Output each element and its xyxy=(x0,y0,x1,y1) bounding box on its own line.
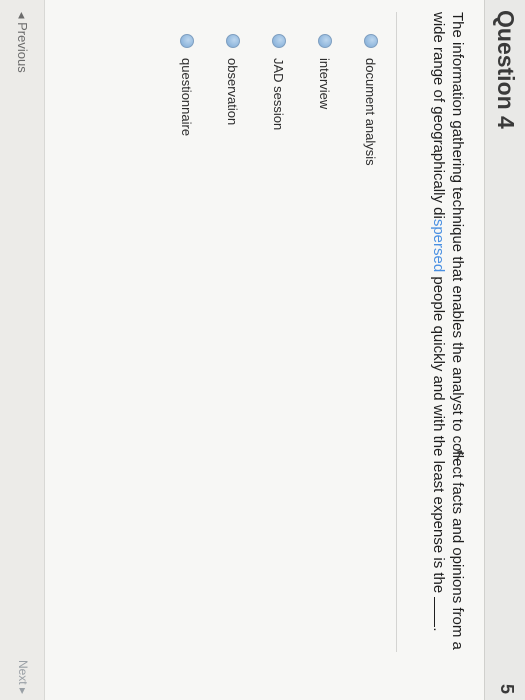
answer-blank xyxy=(434,597,447,628)
radio-button-icon[interactable] xyxy=(226,34,240,48)
navigation-footer: ◂ Previous Next ▸ xyxy=(0,0,45,700)
divider xyxy=(396,12,397,652)
rotated-quiz-view: Question 4 5 The information gathering t… xyxy=(0,0,525,700)
choice-document-analysis[interactable]: document analysis xyxy=(361,34,381,166)
points-fragment: 5 xyxy=(497,683,517,694)
question-text-part2: people quickly and with the least expens… xyxy=(430,272,447,598)
answer-choices: document analysis interview JAD session … xyxy=(151,34,381,166)
radio-button-icon[interactable] xyxy=(180,34,194,48)
choice-label: interview xyxy=(317,58,333,110)
next-button[interactable]: Next ▸ xyxy=(16,660,30,694)
question-card: Question 4 5 The information gathering t… xyxy=(0,0,525,700)
question-text-highlight: spersed xyxy=(430,218,447,273)
choice-observation[interactable]: observation xyxy=(223,34,243,166)
choice-label: document analysis xyxy=(363,58,379,166)
choice-jad-session[interactable]: JAD session xyxy=(269,34,289,166)
radio-button-icon[interactable] xyxy=(364,34,378,48)
choice-label: observation xyxy=(225,58,241,126)
choice-interview[interactable]: interview xyxy=(315,34,335,166)
choice-questionnaire[interactable]: questionnaire xyxy=(177,34,197,166)
radio-button-icon[interactable] xyxy=(318,34,332,48)
previous-button[interactable]: ◂ Previous xyxy=(14,12,30,73)
question-header: Question 4 5 xyxy=(484,0,525,700)
choice-label: questionnaire xyxy=(179,58,195,137)
choice-label: JAD session xyxy=(271,58,287,131)
question-text-end: . xyxy=(430,627,447,632)
radio-button-icon[interactable] xyxy=(272,34,286,48)
question-title: Question 4 xyxy=(493,10,519,129)
question-text: The information gathering technique that… xyxy=(429,12,467,672)
